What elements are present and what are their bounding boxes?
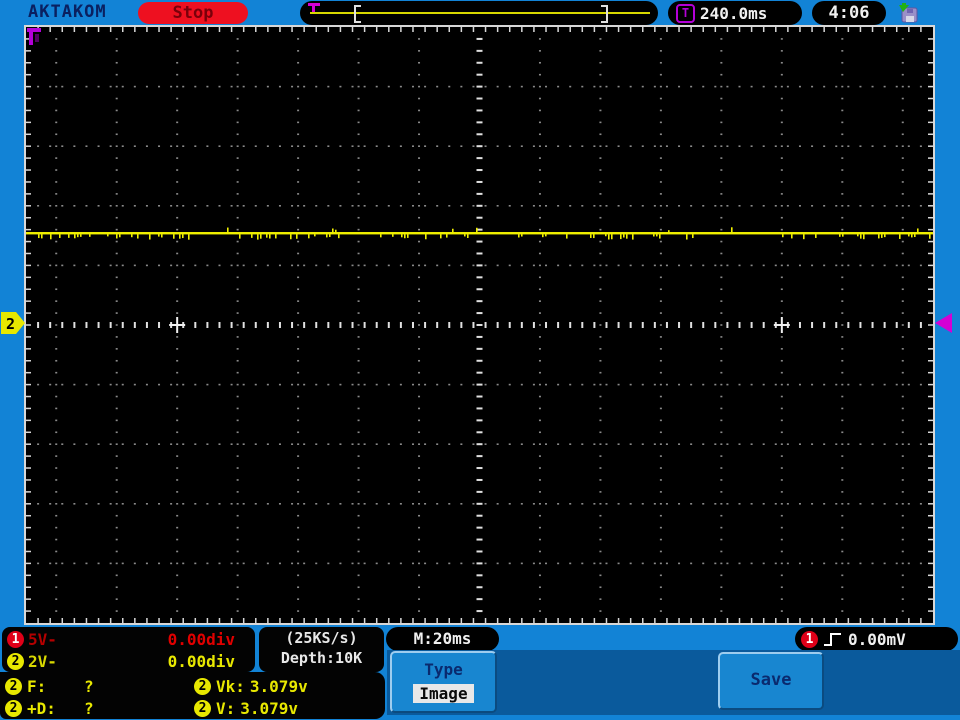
graticule-and-trace xyxy=(26,27,933,623)
measurement-frequency: 2 F: ? xyxy=(5,676,94,696)
ch2-offset: 0.00div xyxy=(167,651,235,671)
oscilloscope-screen: { "brand": "AKTAKOM", "top_bar": { "run_… xyxy=(0,0,960,720)
meas-value: ? xyxy=(84,698,94,718)
meas-ch-badge: 2 xyxy=(194,699,211,717)
waveform-display xyxy=(24,25,935,625)
timebase-readout: M:20ms xyxy=(386,627,499,651)
meas-label: Vk: xyxy=(216,676,245,696)
rising-edge-icon xyxy=(824,633,841,646)
type-menu-button[interactable]: Type Image xyxy=(390,651,497,713)
ch1-status-row: 1 5V- 0.00div xyxy=(2,628,255,650)
type-menu-value[interactable]: Image xyxy=(413,684,474,703)
ch2-marker-label: 2 xyxy=(6,315,15,333)
ch1-scale: 5V- xyxy=(28,629,57,649)
trigger-position-value: 240.0ms xyxy=(700,3,768,23)
trigger-level-value: 0.00mV xyxy=(848,629,906,649)
ch2-status-row: 2 2V- 0.00div xyxy=(2,650,255,672)
measurements-panel: 2 F: ? 2 Vk: 3.079v 2 +D: ? 2 V: 3.079v xyxy=(0,672,385,719)
meas-label: +D: xyxy=(27,698,56,718)
memory-trigger-position-icon xyxy=(308,3,320,12)
measurement-v: 2 V: 3.079v xyxy=(194,698,298,718)
trigger-level-marker[interactable] xyxy=(935,313,953,333)
usb-storage-icon xyxy=(899,3,918,23)
memory-bar-line xyxy=(310,12,650,14)
sample-rate: (25KS/s) xyxy=(285,629,358,647)
meas-label: V: xyxy=(216,698,236,718)
meas-value: 3.079v xyxy=(249,676,308,696)
window-close-bracket xyxy=(601,5,608,23)
trigger-type-icon: T xyxy=(676,3,695,23)
memory-depth: Depth:10K xyxy=(280,649,363,667)
ch1-offset: 0.00div xyxy=(167,629,235,649)
meas-ch-badge: 2 xyxy=(5,699,22,717)
meas-value: ? xyxy=(84,676,94,696)
type-menu-label: Type xyxy=(424,660,463,679)
ch2-badge: 2 xyxy=(7,652,24,670)
ch1-badge: 1 xyxy=(7,630,24,648)
brand-logo: AKTAKOM xyxy=(28,2,107,22)
ch2-position-marker[interactable]: 2 xyxy=(1,312,26,334)
acquisition-panel: (25KS/s) Depth:10K xyxy=(259,627,384,672)
save-button[interactable]: Save xyxy=(718,652,824,710)
measurement-vk: 2 Vk: 3.079v xyxy=(194,676,308,696)
channel-status-panel: 1 5V- 0.00div 2 2V- 0.00div xyxy=(2,627,255,672)
trigger-level-readout: 1 0.00mV xyxy=(795,627,958,651)
meas-ch-badge: 2 xyxy=(194,677,211,695)
memory-window-bar xyxy=(300,1,658,25)
window-open-bracket xyxy=(354,5,361,23)
trigger-hpos-marker-icon xyxy=(27,28,41,45)
clock: 4:06 xyxy=(812,1,886,25)
trigger-position-readout: T 240.0ms xyxy=(668,1,802,25)
meas-ch-badge: 2 xyxy=(5,677,22,695)
ch2-scale: 2V- xyxy=(28,651,57,671)
meas-value: 3.079v xyxy=(240,698,299,718)
measurement-duty: 2 +D: ? xyxy=(5,698,94,718)
meas-label: F: xyxy=(27,676,47,696)
run-state-badge: Stop xyxy=(138,2,248,24)
trigger-source-badge: 1 xyxy=(801,630,818,648)
